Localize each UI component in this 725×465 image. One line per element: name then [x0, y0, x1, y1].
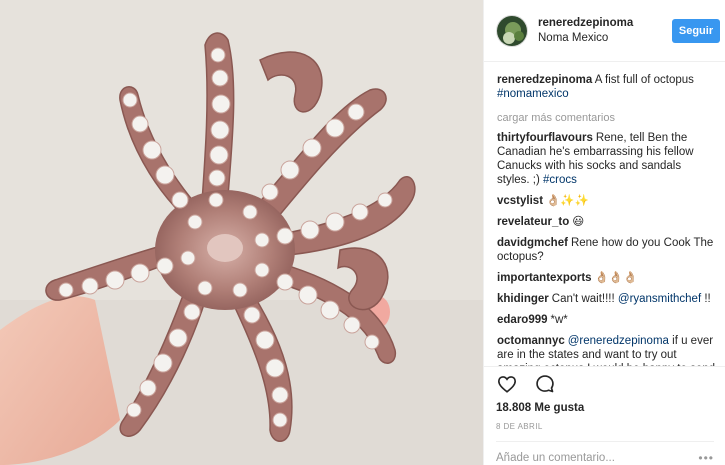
comment-button[interactable] [530, 369, 560, 399]
instagram-post: reneredzepinoma Noma Mexico Seguir rener… [0, 0, 725, 465]
comment-item: octomannyc @reneredzepinoma if u ever are… [497, 334, 716, 366]
comment-user[interactable]: edaro999 [497, 314, 548, 326]
comment-user[interactable]: thirtyfourflavours [497, 132, 593, 144]
comment-item: revelateur_to 😃 [497, 215, 716, 229]
caption: reneredzepinoma A fist full of octopus #… [497, 73, 716, 101]
comment-text: Can't wait!!!! [551, 293, 615, 305]
comment-mention[interactable]: @ryansmithchef [618, 293, 701, 305]
comment-user[interactable]: revelateur_to [497, 216, 569, 228]
comment-item: davidgmchef Rene how do you Cook The octo… [497, 236, 716, 264]
comment-item: importantexports 👌🏼👌🏼👌🏼 [497, 271, 716, 285]
post-header: reneredzepinoma Noma Mexico Seguir [484, 0, 725, 62]
caption-text: A fist full of octopus [594, 74, 694, 86]
header-location[interactable]: Noma Mexico [538, 31, 672, 46]
octopus-photo [0, 0, 483, 465]
follow-button[interactable]: Seguir [672, 18, 720, 43]
add-comment-bar: ••• [496, 441, 714, 465]
comment-user[interactable]: octomannyc [497, 335, 565, 347]
header-username[interactable]: reneredzepinoma [538, 16, 672, 31]
comment-item: khidinger Can't wait!!!! @ryansmithchef !… [497, 292, 716, 306]
caption-hashtag[interactable]: #nomamexico [497, 88, 569, 100]
comment-text: 😃 [572, 216, 585, 228]
comment-user[interactable]: davidgmchef [497, 237, 568, 249]
caption-author[interactable]: reneredzepinoma [497, 74, 592, 86]
avatar[interactable] [496, 14, 528, 47]
like-button[interactable] [492, 369, 522, 399]
comment-input[interactable] [496, 451, 686, 464]
comment-text: *w* [550, 314, 568, 326]
comment-icon [536, 375, 554, 393]
comment-user[interactable]: importantexports [497, 272, 592, 284]
heart-icon [497, 376, 517, 393]
ellipsis-icon[interactable]: ••• [698, 451, 714, 465]
comment-suffix: !! [704, 293, 711, 305]
likes-count[interactable]: 18.808 Me gusta [496, 402, 714, 414]
comment-item: edaro999 *w* [497, 313, 716, 327]
comment-item: thirtyfourflavours Rene, tell Ben the Can… [497, 131, 716, 187]
post-date[interactable]: 8 de abril [496, 422, 714, 431]
comment-text: 👌🏼👌🏼👌🏼 [594, 272, 638, 284]
post-photo[interactable] [0, 0, 483, 465]
avatar-image [497, 15, 527, 46]
action-icons [496, 367, 714, 401]
comment-user[interactable]: vcstylist [497, 195, 543, 207]
comment-item: vcstylist 👌🏼✨✨ [497, 194, 716, 208]
comments-list[interactable]: reneredzepinoma A fist full of octopus #… [484, 63, 725, 366]
post-side-panel: reneredzepinoma Noma Mexico Seguir rener… [483, 0, 725, 465]
comment-text: 👌🏼✨✨ [546, 195, 589, 207]
header-text: reneredzepinoma Noma Mexico [538, 16, 672, 46]
comment-hashtag[interactable]: #crocs [543, 174, 577, 186]
comment-mention[interactable]: @reneredzepinoma [568, 335, 669, 347]
load-more-comments[interactable]: cargar más comentarios [497, 112, 716, 124]
comment-user[interactable]: khidinger [497, 293, 549, 305]
